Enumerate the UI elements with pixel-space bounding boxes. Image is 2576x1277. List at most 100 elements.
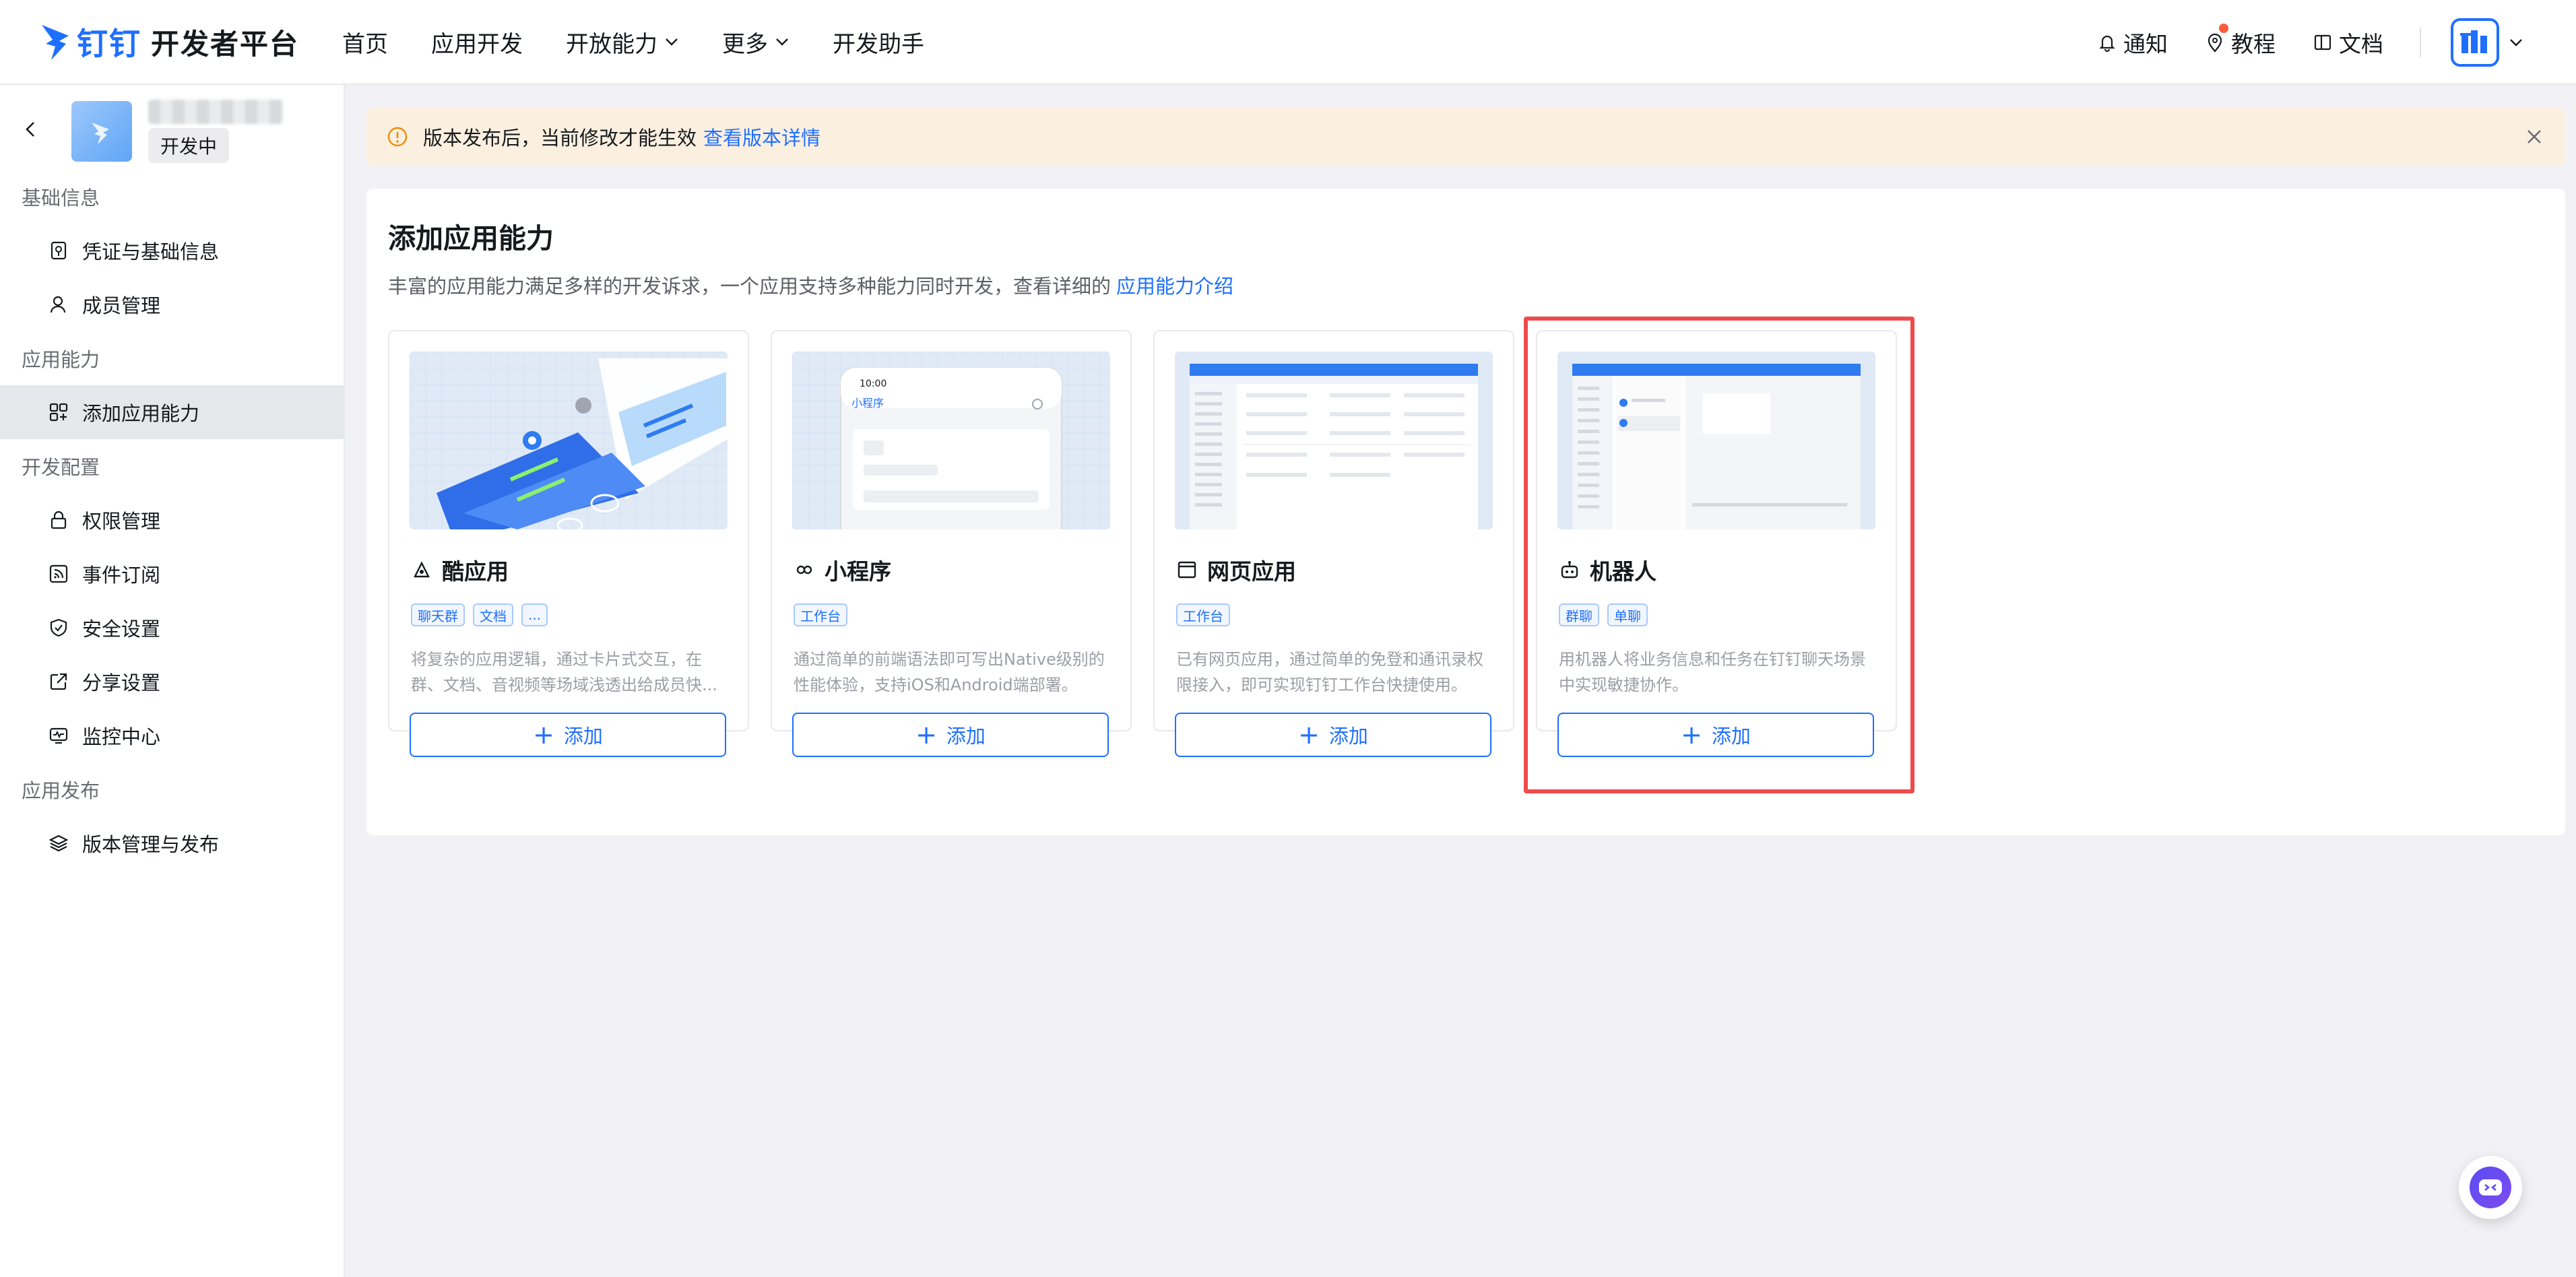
robot-preview-image: [1557, 352, 1875, 529]
banner-text: 版本发布后，当前修改才能生效: [423, 127, 697, 150]
card-title: 小程序: [794, 554, 891, 586]
nav-more[interactable]: 更多: [722, 26, 790, 59]
sidebar-group-basic: 基础信息 凭证与基础信息 成员管理: [0, 170, 344, 331]
chevron-down-icon: [2510, 39, 2522, 46]
plus-icon: +: [533, 720, 554, 750]
cool-app-preview-image: [410, 352, 728, 529]
dingtalk-bird-icon: [42, 25, 69, 60]
webpage-icon: [1178, 561, 1196, 579]
close-icon[interactable]: [2522, 125, 2546, 149]
add-button-label: 添加: [563, 725, 603, 748]
preview-time: 10:00: [860, 379, 887, 389]
card-tag: 工作台: [1176, 603, 1230, 626]
floating-assistant-button[interactable]: [2459, 1156, 2522, 1219]
card-title: 机器人: [1559, 554, 1656, 586]
nav-app-dev-label: 应用开发: [431, 30, 523, 58]
back-arrow-icon[interactable]: [22, 120, 40, 139]
mini-program-preview-image: 10:00 小程序: [792, 352, 1110, 529]
chevron-down-icon: [776, 38, 788, 46]
capability-card-robot: 机器人 群聊 单聊 用机器人将业务信息和任务在钉钉聊天场景中实现敏捷协作。 + …: [1536, 330, 1897, 757]
sidebar-item-share[interactable]: 分享设置: [0, 655, 344, 709]
robot-icon: [1561, 561, 1578, 579]
sidebar: 开发中 基础信息 凭证与基础信息 成员管理 应用能力 添加应用能力 开发配置 权…: [0, 85, 345, 1277]
chevron-down-icon: [666, 38, 678, 46]
nav-open-capabilities-label: 开放能力: [566, 30, 658, 58]
sidebar-item-label: 凭证与基础信息: [82, 240, 220, 263]
card-description: 用机器人将业务信息和任务在钉钉聊天场景中实现敏捷协作。: [1559, 650, 1866, 694]
card-tag: 文档: [473, 603, 513, 626]
nav-home[interactable]: 首页: [342, 26, 388, 59]
sidebar-item-label: 安全设置: [82, 618, 161, 641]
lock-icon: [51, 511, 67, 529]
top-navbar: 钉钉 开发者平台 首页 应用开发 开放能力 更多 开发助手 通知 教程 文档: [0, 0, 2576, 85]
tutorial-label: 教程: [2231, 31, 2276, 57]
add-button-label: 添加: [1711, 725, 1751, 748]
bell-icon: [2099, 35, 2115, 53]
capability-panel: 添加应用能力 丰富的应用能力满足多样的开发诉求，一个应用支持多种能力同时开发，查…: [366, 189, 2565, 835]
capability-card-web-app: 网页应用 工作台 已有网页应用，通过简单的免登和通讯录权限接入，即可实现钉钉工作…: [1153, 330, 1514, 757]
sidebar-item-label: 监控中心: [82, 725, 161, 748]
credential-icon: [51, 241, 67, 260]
sidebar-item-members[interactable]: 成员管理: [0, 277, 344, 331]
card-tag: 工作台: [794, 603, 847, 626]
nav-dev-assistant[interactable]: 开发助手: [833, 26, 924, 59]
user-menu[interactable]: [2451, 18, 2523, 67]
sidebar-item-label: 成员管理: [82, 294, 161, 317]
org-logo-icon: [2460, 30, 2487, 53]
logo-platform-text: 开发者平台: [151, 27, 300, 61]
rss-icon: [49, 564, 68, 583]
app-icon: [71, 101, 132, 162]
sidebar-group-capabilities: 应用能力 添加应用能力: [0, 331, 344, 439]
card-title-text: 小程序: [825, 558, 891, 585]
status-badge: 开发中: [148, 128, 230, 163]
miniprogram-icon: [796, 565, 812, 575]
add-mini-program-button[interactable]: + 添加: [792, 713, 1109, 757]
sidebar-item-label: 权限管理: [82, 510, 161, 533]
nav-app-dev[interactable]: 应用开发: [431, 26, 523, 59]
sidebar-item-versions[interactable]: 版本管理与发布: [0, 816, 344, 870]
location-pin-icon: [2208, 33, 2222, 53]
sidebar-item-events[interactable]: 事件订阅: [0, 547, 344, 601]
add-web-app-button[interactable]: + 添加: [1175, 713, 1491, 757]
card-tags: 聊天群 文档 ...: [411, 603, 556, 626]
sidebar-item-monitor[interactable]: 监控中心: [0, 709, 344, 762]
sidebar-item-credentials[interactable]: 凭证与基础信息: [0, 224, 344, 277]
docs-button[interactable]: 文档: [2312, 26, 2383, 59]
sidebar-item-add-capability[interactable]: 添加应用能力: [0, 385, 344, 439]
view-version-details-link[interactable]: 查看版本详情: [703, 123, 820, 151]
app-logo-icon: [92, 123, 109, 144]
page-title: 添加应用能力: [388, 222, 554, 255]
divider: [2420, 28, 2421, 57]
card-title: 网页应用: [1176, 554, 1296, 586]
notify-button[interactable]: 通知: [2096, 26, 2168, 59]
add-robot-button[interactable]: + 添加: [1557, 713, 1874, 757]
web-app-preview-image: [1175, 352, 1493, 529]
tutorial-button[interactable]: 教程: [2204, 24, 2276, 59]
sidebar-group-title: 基础信息: [22, 187, 100, 209]
sidebar-item-security[interactable]: 安全设置: [0, 601, 344, 655]
sidebar-group-dev-config: 开发配置 权限管理 事件订阅 安全设置 分享设置 监控中心: [0, 439, 344, 762]
sidebar-item-permissions[interactable]: 权限管理: [0, 493, 344, 547]
cool-app-illustration: [410, 352, 728, 529]
main-nav: 首页 应用开发 开放能力 更多 开发助手: [342, 26, 967, 59]
capability-intro-link[interactable]: 应用能力介绍: [1116, 275, 1233, 298]
preview-title: 小程序: [851, 397, 884, 410]
card-title: 酷应用: [411, 554, 509, 586]
sidebar-group-title: 应用能力: [22, 348, 100, 371]
notice-banner: 版本发布后，当前修改才能生效 查看版本详情: [366, 108, 2565, 166]
page-description-text: 丰富的应用能力满足多样的开发诉求，一个应用支持多种能力同时开发，查看详细的: [388, 275, 1112, 298]
nav-open-capabilities[interactable]: 开放能力: [566, 26, 679, 59]
layers-icon: [49, 834, 69, 852]
plus-icon: +: [915, 720, 937, 750]
sidebar-item-label: 分享设置: [82, 672, 161, 694]
web-app-illustration: [1190, 364, 1478, 529]
sidebar-group-title: 应用发布: [22, 779, 100, 802]
card-description: 将复杂的应用逻辑，通过卡片式交互，在群、文档、音视频等场域浅透出给成员快...: [411, 650, 717, 694]
assistant-icon: [2470, 1167, 2511, 1208]
docs-label: 文档: [2339, 31, 2383, 57]
book-icon: [2314, 34, 2331, 51]
dingtalk-logo[interactable]: 钉钉 开发者平台: [39, 20, 299, 64]
sidebar-group-release: 应用发布 版本管理与发布: [0, 762, 344, 870]
card-tag: 聊天群: [411, 603, 465, 626]
add-cool-app-button[interactable]: + 添加: [410, 713, 726, 757]
